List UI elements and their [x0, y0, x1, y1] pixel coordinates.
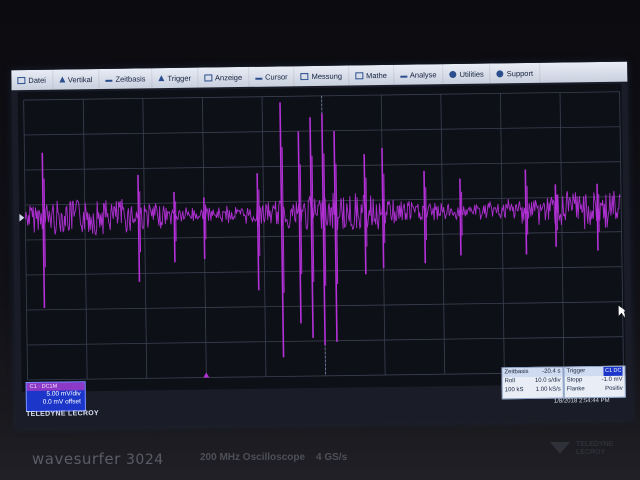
menu-item-messung[interactable]: Messung — [294, 65, 350, 87]
waveform-spike — [363, 154, 367, 275]
trigger-position-marker[interactable] — [203, 372, 210, 378]
trigger-descriptor-box[interactable]: Trigger C1 DC Stopp -1.0 mV Flanke Posit… — [563, 365, 626, 399]
channel-offset: 0.0 mV offset — [42, 398, 81, 406]
menu-item-support[interactable]: Support — [490, 62, 541, 84]
menu-item-trigger[interactable]: Trigger — [152, 67, 199, 89]
waveform-spike — [383, 173, 386, 244]
timebase-icon — [105, 76, 113, 82]
waveform-spike — [365, 177, 368, 247]
trigger-mode: Stopp — [566, 377, 583, 384]
brand-label: TELEDYNE LECROY — [25, 410, 100, 419]
waveform-spike — [598, 194, 600, 233]
waveform-display — [17, 83, 626, 393]
bandwidth-label: 200 MHz Oscilloscope — [200, 452, 306, 463]
trigger-row-edge: Flanke Positiv — [565, 385, 625, 395]
trigger-edge-label: Flanke — [566, 386, 585, 393]
trigger-channel-badge: C1 DC — [603, 366, 623, 376]
cursor-icon — [255, 74, 263, 80]
menu-item-label: Anzeige — [214, 72, 243, 82]
oscilloscope-screen: Datei Vertikal Zeitbasis Trigger Anzeige Curs… — [11, 61, 633, 429]
waveform-spike — [459, 178, 462, 256]
menu-item-datei[interactable]: Datei — [11, 69, 54, 91]
menu-item-label: Vertikal — [67, 74, 93, 84]
trigger-icon — [158, 75, 165, 82]
waveform-spike — [137, 174, 141, 282]
timebase-mode: Roll — [504, 378, 516, 385]
waveform-spike — [526, 185, 529, 235]
menu-item-label: Messung — [311, 71, 343, 81]
teledyne-logo-text: TELEDYNE LECROY — [576, 441, 613, 457]
menu-item-zeitbasis[interactable]: Zeitbasis — [99, 68, 153, 89]
timebase-descriptor-box[interactable]: Zeitbasis -20.4 s Roll 10.0 s/div 100 kS… — [501, 366, 564, 400]
menu-item-label: Utilities — [459, 69, 484, 79]
display-icon — [203, 73, 213, 82]
menu-item-cursor[interactable]: Cursor — [248, 66, 295, 87]
teledyne-logo-icon — [550, 442, 570, 454]
analysis-icon — [399, 72, 407, 78]
timebase-row-samples: 100 kS 1.00 kS/s — [503, 386, 563, 396]
menu-item-label: Mathe — [365, 70, 387, 80]
trigger-label: Trigger — [566, 368, 586, 375]
menu-item-utilities[interactable]: Utilities — [443, 63, 491, 85]
measure-icon — [300, 72, 309, 80]
utilities-icon — [449, 70, 457, 78]
waveform-spike — [524, 169, 528, 255]
menu-item-label: Trigger — [167, 73, 192, 83]
waveform-spike — [41, 152, 46, 308]
math-icon — [354, 71, 364, 79]
file-icon — [17, 76, 26, 84]
timebase-div: 10.0 s/div — [534, 377, 561, 384]
model-name-text: wavesurfer — [32, 450, 121, 468]
waveform-spike — [554, 184, 557, 247]
menu-item-anzeige[interactable]: Anzeige — [197, 66, 250, 88]
support-icon — [496, 69, 504, 77]
menu-item-label: Support — [506, 68, 534, 78]
waveform-spike — [596, 183, 599, 251]
timebase-label: Zeitbasis — [504, 369, 529, 376]
waveform-spike — [425, 187, 427, 241]
mouse-pointer-icon — [618, 305, 626, 318]
vertical-icon — [58, 76, 65, 83]
menu-item-vertikal[interactable]: Vertikal — [52, 68, 100, 90]
waveform-spike — [297, 131, 302, 324]
waveform-graticule — [19, 91, 626, 381]
trigger-level: -1.0 mV — [601, 376, 623, 383]
waveform-spike — [175, 201, 177, 242]
timebase-value: -20.4 s — [542, 368, 561, 375]
waveform-spike — [139, 191, 142, 253]
channel-descriptor-box[interactable]: C1 · DC1M 5.00 mV/div 0.0 mV offset — [25, 381, 87, 413]
menu-item-label: Datei — [28, 75, 46, 85]
menu-item-label: Analyse — [409, 69, 437, 80]
waveform-spike — [423, 170, 427, 264]
channel-ground-marker[interactable] — [19, 213, 25, 222]
trigger-edge: Positiv — [605, 385, 623, 392]
timebase-samples: 100 kS — [504, 387, 524, 394]
date-time-readout: 1/8/2018 2:54:44 PM — [553, 397, 610, 405]
timebase-rate: 1.00 kS/s — [535, 386, 561, 393]
waveform-spike — [258, 189, 261, 257]
menu-item-analyse[interactable]: Analyse — [393, 64, 444, 85]
menu-item-label: Cursor — [265, 71, 288, 82]
menu-item-label: Zeitbasis — [115, 73, 146, 84]
logo-line-2: LECROY — [576, 449, 606, 456]
menu-item-mathe[interactable]: Mathe — [348, 64, 395, 86]
waveform-spike — [203, 197, 206, 259]
model-name: wavesurfer 3024 — [32, 450, 164, 468]
waveform-spike — [381, 147, 385, 269]
sample-rate-label: 4 GS/s — [316, 452, 348, 463]
waveform-spike — [173, 192, 176, 263]
logo-line-1: TELEDYNE — [576, 441, 614, 448]
model-number: 3024 — [126, 452, 164, 468]
waveform-spike — [461, 191, 463, 236]
